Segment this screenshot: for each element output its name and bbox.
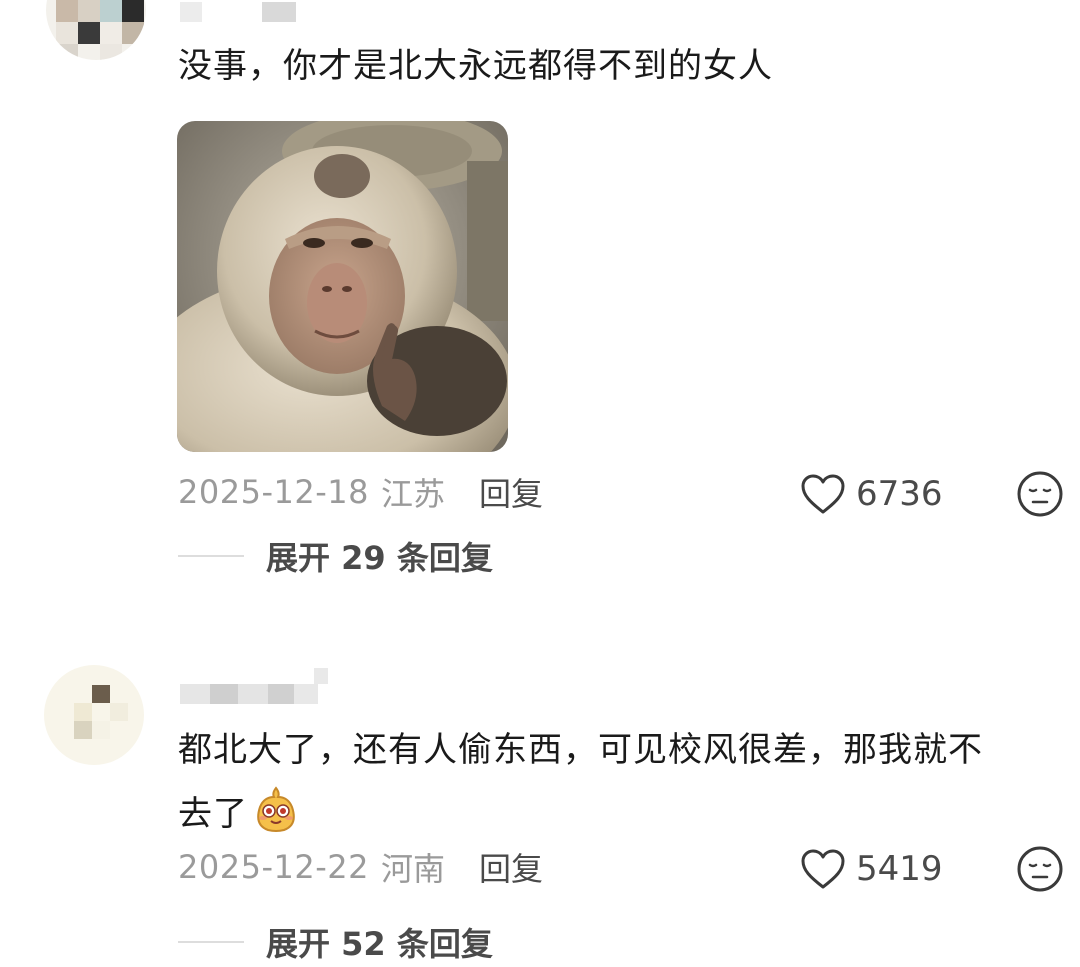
comment-meta: 2025-12-22 河南 回复 — [178, 845, 543, 889]
blushing-smiley-emoji — [254, 785, 298, 833]
user-avatar[interactable] — [44, 665, 144, 765]
neutral-face-icon — [1017, 846, 1063, 892]
username-redacted-mark — [314, 668, 328, 684]
comment-text-line: 去了 — [178, 794, 248, 834]
like-count: 5419 — [856, 849, 943, 889]
heart-outline-icon — [801, 849, 845, 889]
expand-replies-label: 展开 52 条回复 — [266, 925, 493, 963]
comment-text-line: 都北大了，还有人偷东西，可见校风很差，那我就不 — [178, 730, 983, 770]
expand-replies[interactable]: 展开 52 条回复 — [178, 920, 493, 964]
comment-date: 2025-12-22 — [178, 848, 369, 886]
divider-line — [178, 941, 244, 943]
comment-item: 都北大了，还有人偷东西，可见校风很差，那我就不 去了 2025-12-22 河南… — [0, 0, 1080, 967]
comment-region: 河南 — [380, 850, 445, 888]
comment-text-line-2: 去了 — [178, 782, 983, 846]
reply-button[interactable]: 回复 — [479, 844, 543, 890]
like-button[interactable]: 5419 — [800, 845, 943, 893]
comment-text: 都北大了，还有人偷东西，可见校风很差，那我就不 去了 — [178, 718, 983, 846]
dislike-button[interactable] — [1016, 845, 1064, 893]
username-redacted — [180, 684, 318, 704]
